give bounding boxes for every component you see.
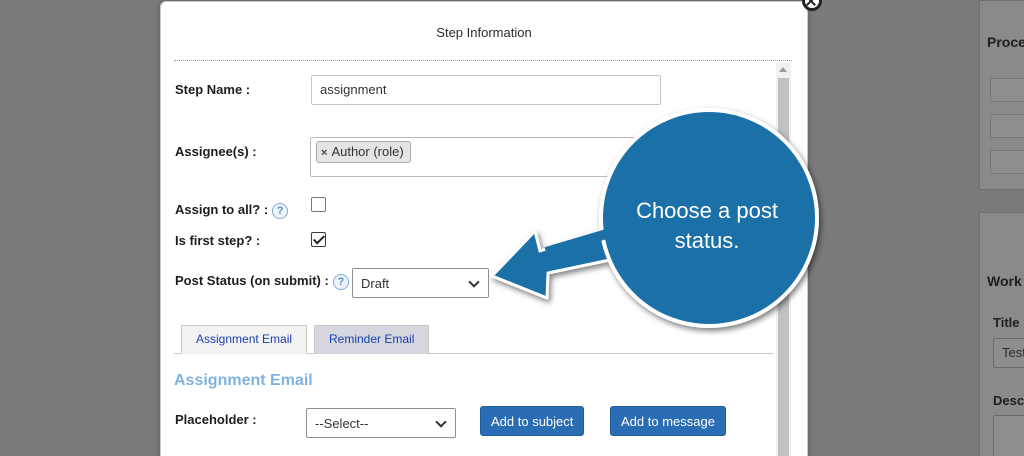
- post-status-select[interactable]: Draft: [352, 268, 489, 298]
- background-description-input: [993, 415, 1024, 456]
- title-divider: [174, 60, 792, 61]
- placeholder-select-value: --Select--: [315, 416, 369, 431]
- remove-tag-icon[interactable]: ×: [321, 147, 327, 159]
- placeholder-label: Placeholder :: [175, 412, 257, 427]
- background-heading-process: Proce: [987, 34, 1024, 50]
- background-title-input: Test: [993, 338, 1024, 368]
- section-title: Assignment Email: [174, 372, 313, 389]
- help-icon[interactable]: ?: [332, 273, 349, 290]
- assign-to-all-label: Assign to all? :?: [175, 202, 289, 219]
- assignee-tag: × Author (role): [316, 141, 411, 163]
- assignees-label: Assignee(s) :: [175, 144, 257, 159]
- placeholder-select[interactable]: --Select--: [306, 408, 456, 438]
- post-status-value: Draft: [361, 276, 390, 291]
- scroll-up-icon[interactable]: [779, 67, 787, 72]
- scrollbar-thumb[interactable]: [778, 78, 789, 456]
- add-to-subject-button[interactable]: Add to subject: [480, 406, 585, 436]
- callout-text: Choose a post status.: [636, 198, 778, 253]
- background-heading-workflow: Work: [987, 273, 1022, 289]
- background-button: [990, 114, 1024, 138]
- tab-assignment-email[interactable]: Assignment Email: [181, 325, 308, 354]
- assign-to-all-text: Assign to all? :: [175, 202, 269, 217]
- background-description-label: Desc: [993, 393, 1024, 408]
- assignees-multiselect[interactable]: × Author (role): [310, 137, 650, 177]
- background-button: [990, 150, 1024, 174]
- first-step-checkbox[interactable]: [311, 232, 326, 247]
- add-to-message-button[interactable]: Add to message: [610, 406, 726, 436]
- background-title-label: Title: [993, 315, 1020, 330]
- step-name-label: Step Name :: [175, 82, 251, 97]
- assign-to-all-checkbox[interactable]: [311, 197, 326, 212]
- post-status-text: Post Status (on submit) :: [175, 273, 329, 288]
- first-step-label: Is first step? :: [175, 233, 261, 248]
- background-button: [990, 78, 1024, 102]
- assignee-tag-label: Author (role): [331, 144, 404, 159]
- help-icon[interactable]: ?: [272, 202, 289, 219]
- chevron-down-icon: [468, 276, 480, 288]
- modal-title: Step Information: [436, 25, 532, 40]
- step-name-input[interactable]: assignment: [311, 75, 661, 105]
- chevron-down-icon: [435, 416, 447, 428]
- tab-reminder-email[interactable]: Reminder Email: [314, 325, 430, 354]
- post-status-label: Post Status (on submit) :?: [175, 273, 349, 290]
